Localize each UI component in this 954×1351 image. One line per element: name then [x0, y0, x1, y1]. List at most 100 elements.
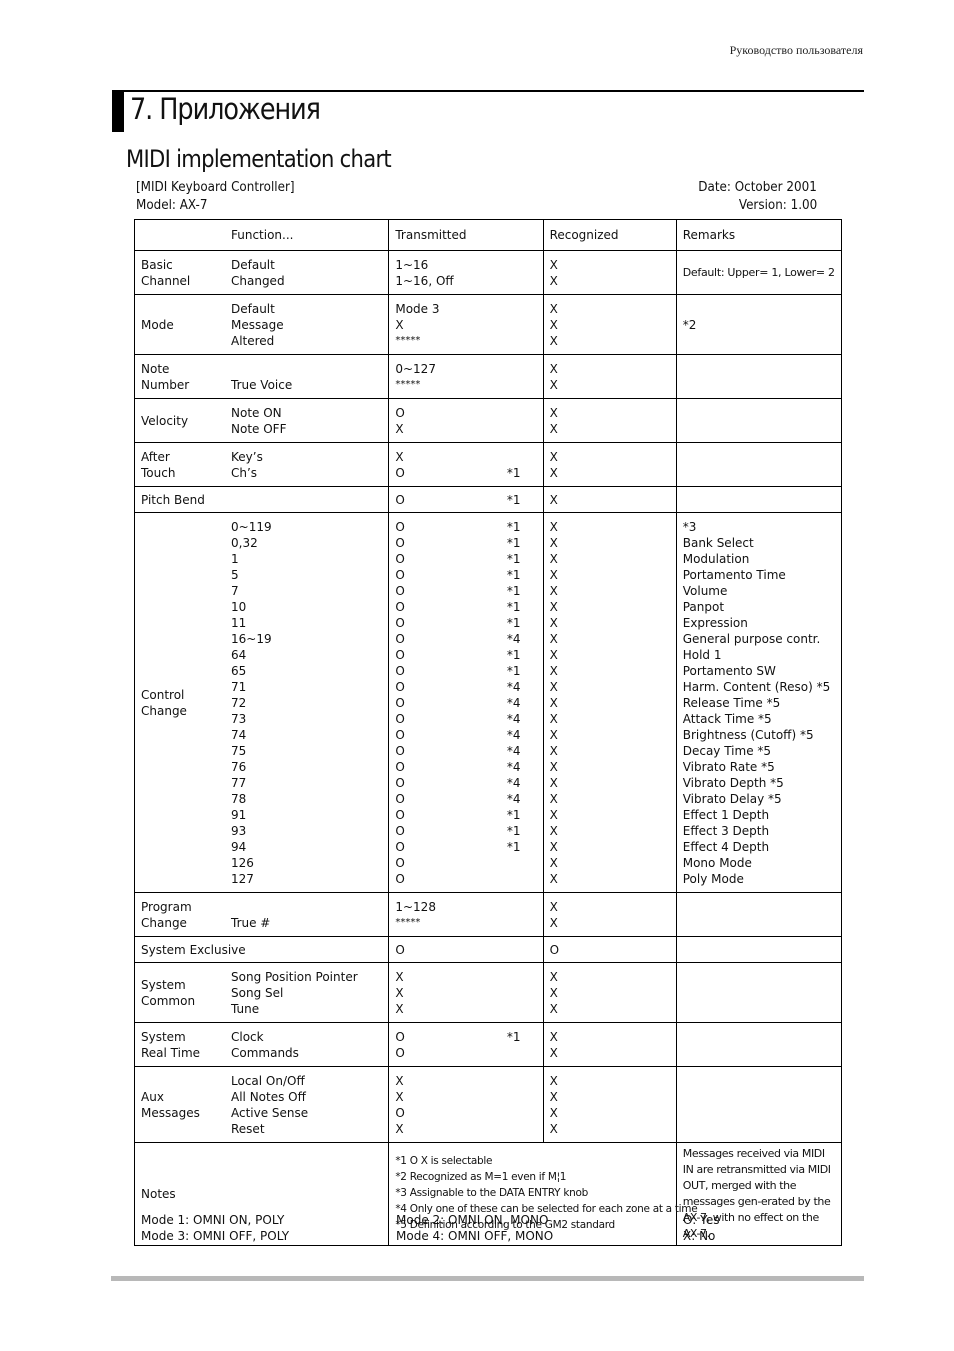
function-name: 5 [231, 567, 239, 582]
transmitted-value-line: O [395, 405, 542, 421]
function-cell: Velocity Note ON Note OFF [133, 398, 390, 443]
function-split: Program Change True # [135, 897, 388, 933]
transmitted-value: O [395, 1105, 405, 1120]
transmitted-value-line: ***** [395, 377, 542, 393]
remark-text: *3 [682, 519, 697, 534]
remark-text: Vibrato Delay *5 [682, 791, 782, 806]
transmitted-note: *1 [506, 492, 521, 507]
footer-rule [111, 1276, 864, 1281]
remarks-cell [675, 936, 843, 963]
transmitted-note: *4 [506, 631, 521, 646]
recognized-value: X [549, 1001, 558, 1016]
transmitted-value: 1~16, Off [395, 273, 454, 288]
function-split: System Common Song Position Pointer Song Se… [135, 967, 388, 1019]
function-name: 10 [231, 599, 247, 614]
transmitted-value: O [395, 535, 405, 550]
transmitted-value-line: O *4 [395, 791, 542, 807]
function-name: 16~19 [231, 631, 272, 646]
recognized-lines: O [544, 940, 676, 960]
transmitted-value: X [395, 969, 404, 984]
function-name: Ch’s [231, 465, 258, 480]
function-cell: Basic Channel Default Changed [133, 250, 390, 295]
transmitted-value-line: O *1 [395, 583, 542, 599]
remarks-lines [677, 913, 841, 917]
transmitted-value-line: O *4 [395, 775, 542, 791]
function-name: 127 [231, 871, 254, 886]
recognized-value: X [549, 711, 558, 726]
transmitted-cell: O *1 O [388, 1022, 544, 1067]
transmitted-value-line: O *1 [395, 465, 542, 481]
function-cell: Control Change 0~119 0,32 1 5 7 10 11 16~19 64 65 71… [133, 512, 390, 893]
function-name: Altered [231, 333, 275, 348]
function-cell: After Touch Key’s Ch’s [133, 442, 390, 487]
transmitted-note: *1 [506, 519, 521, 534]
transmitted-lines: XXOX [389, 1071, 542, 1139]
header-recognized: Recognized [542, 219, 677, 251]
transmitted-value: O [395, 599, 405, 614]
recognized-value: X [549, 855, 558, 870]
table-row: Aux Messages Local On/Off All Notes Off Acti… [133, 1066, 843, 1143]
recognized-value: X [549, 839, 558, 854]
transmitted-note: *1 [506, 599, 521, 614]
remarks-cell: Default: Upper= 1, Lower= 2 [675, 250, 843, 295]
recognized-value: X [549, 583, 558, 598]
transmitted-value-line: O [395, 1045, 542, 1061]
remarks-cell [675, 1022, 843, 1067]
transmitted-note: *4 [506, 727, 521, 742]
table-row: Control Change 0~119 0,32 1 5 7 10 11 16~19 64 65 71… [133, 512, 843, 893]
transmitted-value-line: O [395, 1105, 542, 1121]
function-name: 94 [231, 839, 247, 854]
transmitted-value-line: X [395, 969, 542, 985]
transmitted-value-line: O *1 [395, 519, 542, 535]
function-split: Basic Channel Default Changed [135, 255, 388, 291]
function-name [231, 899, 388, 915]
function-cell: System Common Song Position Pointer Song Se… [133, 962, 390, 1023]
function-group-line: Real Time [141, 1045, 201, 1060]
transmitted-value: Mode 3 [395, 301, 440, 316]
function-group: System Real Time [135, 1029, 231, 1061]
remark-text: Effect 4 Depth [682, 839, 770, 854]
transmitted-value: O [395, 743, 405, 758]
recognized-cell: X [542, 486, 677, 513]
function-names: Key’s Ch’s [231, 449, 388, 481]
function-name: 0~119 [231, 519, 272, 534]
remark-text: Attack Time *5 [682, 711, 772, 726]
remark-text: Expression [682, 615, 748, 630]
transmitted-value-line: O *1 [395, 663, 542, 679]
recognized-value: X [549, 1045, 558, 1060]
function-name: 7 [231, 583, 239, 598]
recognized-value: X [549, 405, 558, 420]
recognized-value: X [549, 1089, 558, 1104]
remark-text: Portamento Time [682, 567, 786, 582]
function-group: Aux Messages [135, 1073, 231, 1137]
transmitted-value-line: O *1 [395, 823, 542, 839]
transmitted-value: O [395, 679, 405, 694]
function-group-line: Channel [141, 273, 191, 288]
table-row: After Touch Key’s Ch’s X O *1 X X [133, 442, 843, 487]
transmitted-cell: XXX [388, 962, 544, 1023]
recognized-value: X [549, 679, 558, 694]
transmitted-value: X [395, 317, 404, 332]
function-name: 73 [231, 711, 247, 726]
recognized-cell: XX [542, 442, 677, 487]
function-group-line: Messages [141, 1105, 200, 1120]
function-name: 91 [231, 807, 247, 822]
remark-text: Panpot [682, 599, 725, 614]
transmitted-value-line: O *1 [395, 615, 542, 631]
transmitted-value: O [395, 871, 405, 886]
remark-text: General purpose contr. [682, 631, 821, 646]
function-group: Control Change [135, 519, 231, 887]
remark-text: *2 [682, 317, 697, 332]
remark-text: Default: Upper= 1, Lower= 2 [682, 265, 835, 279]
function-cell: System Exclusive [133, 936, 390, 963]
function-name: 11 [231, 615, 247, 630]
transmitted-lines: XXX [389, 967, 542, 1019]
transmitted-lines: O *1 O [389, 1027, 542, 1063]
transmitted-value-line: X [395, 421, 542, 437]
transmitted-value-line: O *1 [395, 807, 542, 823]
legend-mode-3: Mode 3: OMNI OFF, POLY [141, 1229, 290, 1243]
function-group: System Common [135, 969, 231, 1017]
function-group-line: Pitch Bend [141, 492, 205, 507]
transmitted-note: *1 [506, 465, 521, 480]
transmitted-cell: Mode 3 X ***** [388, 294, 544, 355]
